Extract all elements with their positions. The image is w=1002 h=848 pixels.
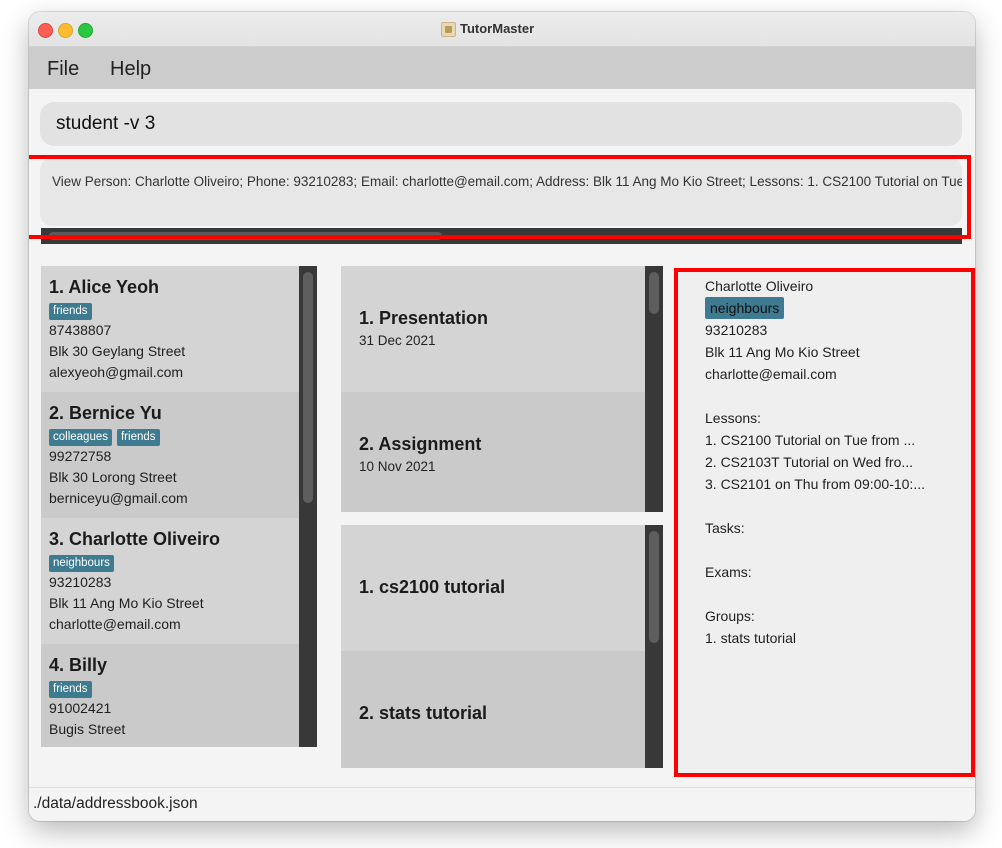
group-list-panel: 1. cs2100 tutorial 2. stats tutorial [341, 525, 663, 768]
task-card[interactable]: 1. Presentation 31 Dec 2021 [341, 266, 645, 392]
person-phone: 91002421 [49, 700, 112, 716]
detail-lesson-item: 1. CS2100 Tutorial on Tue from ... [705, 432, 916, 448]
menu-help[interactable]: Help [110, 58, 151, 81]
detail-group-item: 1. stats tutorial [705, 630, 797, 646]
detail-tasks-label: Tasks: [705, 520, 745, 536]
status-file-path: ./data/addressbook.json [33, 795, 198, 812]
person-list-scrollbar[interactable] [299, 266, 317, 747]
person-scrollbar-thumb[interactable] [303, 272, 313, 503]
tag-badge: friends [116, 429, 160, 446]
person-card[interactable]: 1. Alice Yeoh friends 87438807 Blk 30 Ge… [41, 266, 299, 392]
detail-exams-label: Exams: [705, 564, 752, 580]
person-list-panel: 1. Alice Yeoh friends 87438807 Blk 30 Ge… [41, 266, 317, 747]
person-tags: colleagues friends [49, 427, 299, 446]
detail-lesson-item: 3. CS2101 on Thu from 09:00-10:... [705, 476, 925, 492]
person-email: berniceyu@gmail.com [49, 490, 188, 506]
menu-file[interactable]: File [47, 58, 79, 81]
app-icon [441, 22, 456, 37]
person-tags: neighbours [49, 553, 299, 572]
menu-bar: File Help [29, 47, 975, 89]
group-list-scrollbar[interactable] [645, 525, 663, 768]
detail-lesson-item: 2. CS2103T Tutorial on Wed fro... [705, 454, 914, 470]
group-title: 1. cs2100 tutorial [359, 577, 506, 597]
close-window-button[interactable] [38, 23, 53, 38]
detail-tag-badge: neighbours [705, 297, 785, 319]
person-card[interactable]: 4. Billy friends 91002421 Bugis Street [41, 644, 299, 747]
person-address: Blk 11 Ang Mo Kio Street [49, 595, 204, 611]
group-card[interactable]: 1. cs2100 tutorial [341, 525, 645, 651]
result-horizontal-scrollbar[interactable] [41, 228, 962, 244]
group-title: 2. stats tutorial [359, 703, 488, 723]
command-input-value: student -v 3 [56, 113, 156, 134]
task-scrollbar-thumb[interactable] [649, 272, 659, 314]
person-name: 3. Charlotte Oliveiro [49, 529, 221, 549]
app-window: TutorMaster File Help student -v 3 View … [29, 12, 975, 821]
group-card[interactable]: 2. stats tutorial [341, 651, 645, 768]
task-title: 1. Presentation [359, 308, 489, 328]
title-bar: TutorMaster [29, 12, 975, 47]
person-email: charlotte@email.com [49, 616, 181, 632]
window-title: TutorMaster [460, 21, 535, 36]
person-phone: 87438807 [49, 322, 112, 338]
person-address: Blk 30 Geylang Street [49, 343, 186, 359]
group-scrollbar-thumb[interactable] [649, 531, 659, 643]
task-date: 10 Nov 2021 [359, 459, 436, 474]
person-name: 4. Billy [49, 655, 108, 675]
person-email: alexyeoh@gmail.com [49, 364, 184, 380]
person-address: Bugis Street [49, 721, 126, 737]
tag-badge: neighbours [49, 555, 114, 572]
task-title: 2. Assignment [359, 434, 482, 454]
command-input[interactable]: student -v 3 [40, 102, 962, 146]
person-card[interactable]: 2. Bernice Yu colleagues friends 99272758… [41, 392, 299, 518]
detail-address: Blk 11 Ang Mo Kio Street [705, 344, 860, 360]
person-detail-panel: Charlotte Oliveiro neighbours 93210283 B… [678, 272, 971, 773]
result-scrollbar-thumb[interactable] [49, 232, 442, 240]
detail-lessons-label: Lessons: [705, 410, 762, 426]
person-tags: friends [49, 301, 299, 320]
person-name: 2. Bernice Yu [49, 403, 162, 423]
person-tags: friends [49, 679, 299, 698]
person-phone: 99272758 [49, 448, 112, 464]
detail-email: charlotte@email.com [705, 366, 837, 382]
task-date: 31 Dec 2021 [359, 333, 436, 348]
person-phone: 93210283 [49, 574, 112, 590]
task-list-panel: 1. Presentation 31 Dec 2021 2. Assignmen… [341, 266, 663, 512]
result-display-text: View Person: Charlotte Oliveiro; Phone: … [52, 174, 962, 189]
task-card[interactable]: 2. Assignment 10 Nov 2021 [341, 392, 645, 512]
detail-phone: 93210283 [705, 322, 768, 338]
status-bar: ./data/addressbook.json [29, 787, 975, 821]
person-address: Blk 30 Lorong Street [49, 469, 177, 485]
tag-badge: friends [49, 681, 92, 698]
detail-groups-label: Groups: [705, 608, 755, 624]
person-card[interactable]: 3. Charlotte Oliveiro neighbours 9321028… [41, 518, 299, 644]
task-list-scrollbar[interactable] [645, 266, 663, 512]
result-display[interactable]: View Person: Charlotte Oliveiro; Phone: … [40, 158, 962, 226]
tag-badge: colleagues [49, 429, 112, 446]
person-name: 1. Alice Yeoh [49, 277, 160, 297]
minimize-window-button[interactable] [58, 23, 73, 38]
zoom-window-button[interactable] [78, 23, 93, 38]
detail-name: Charlotte Oliveiro [705, 278, 814, 294]
tag-badge: friends [49, 303, 92, 320]
